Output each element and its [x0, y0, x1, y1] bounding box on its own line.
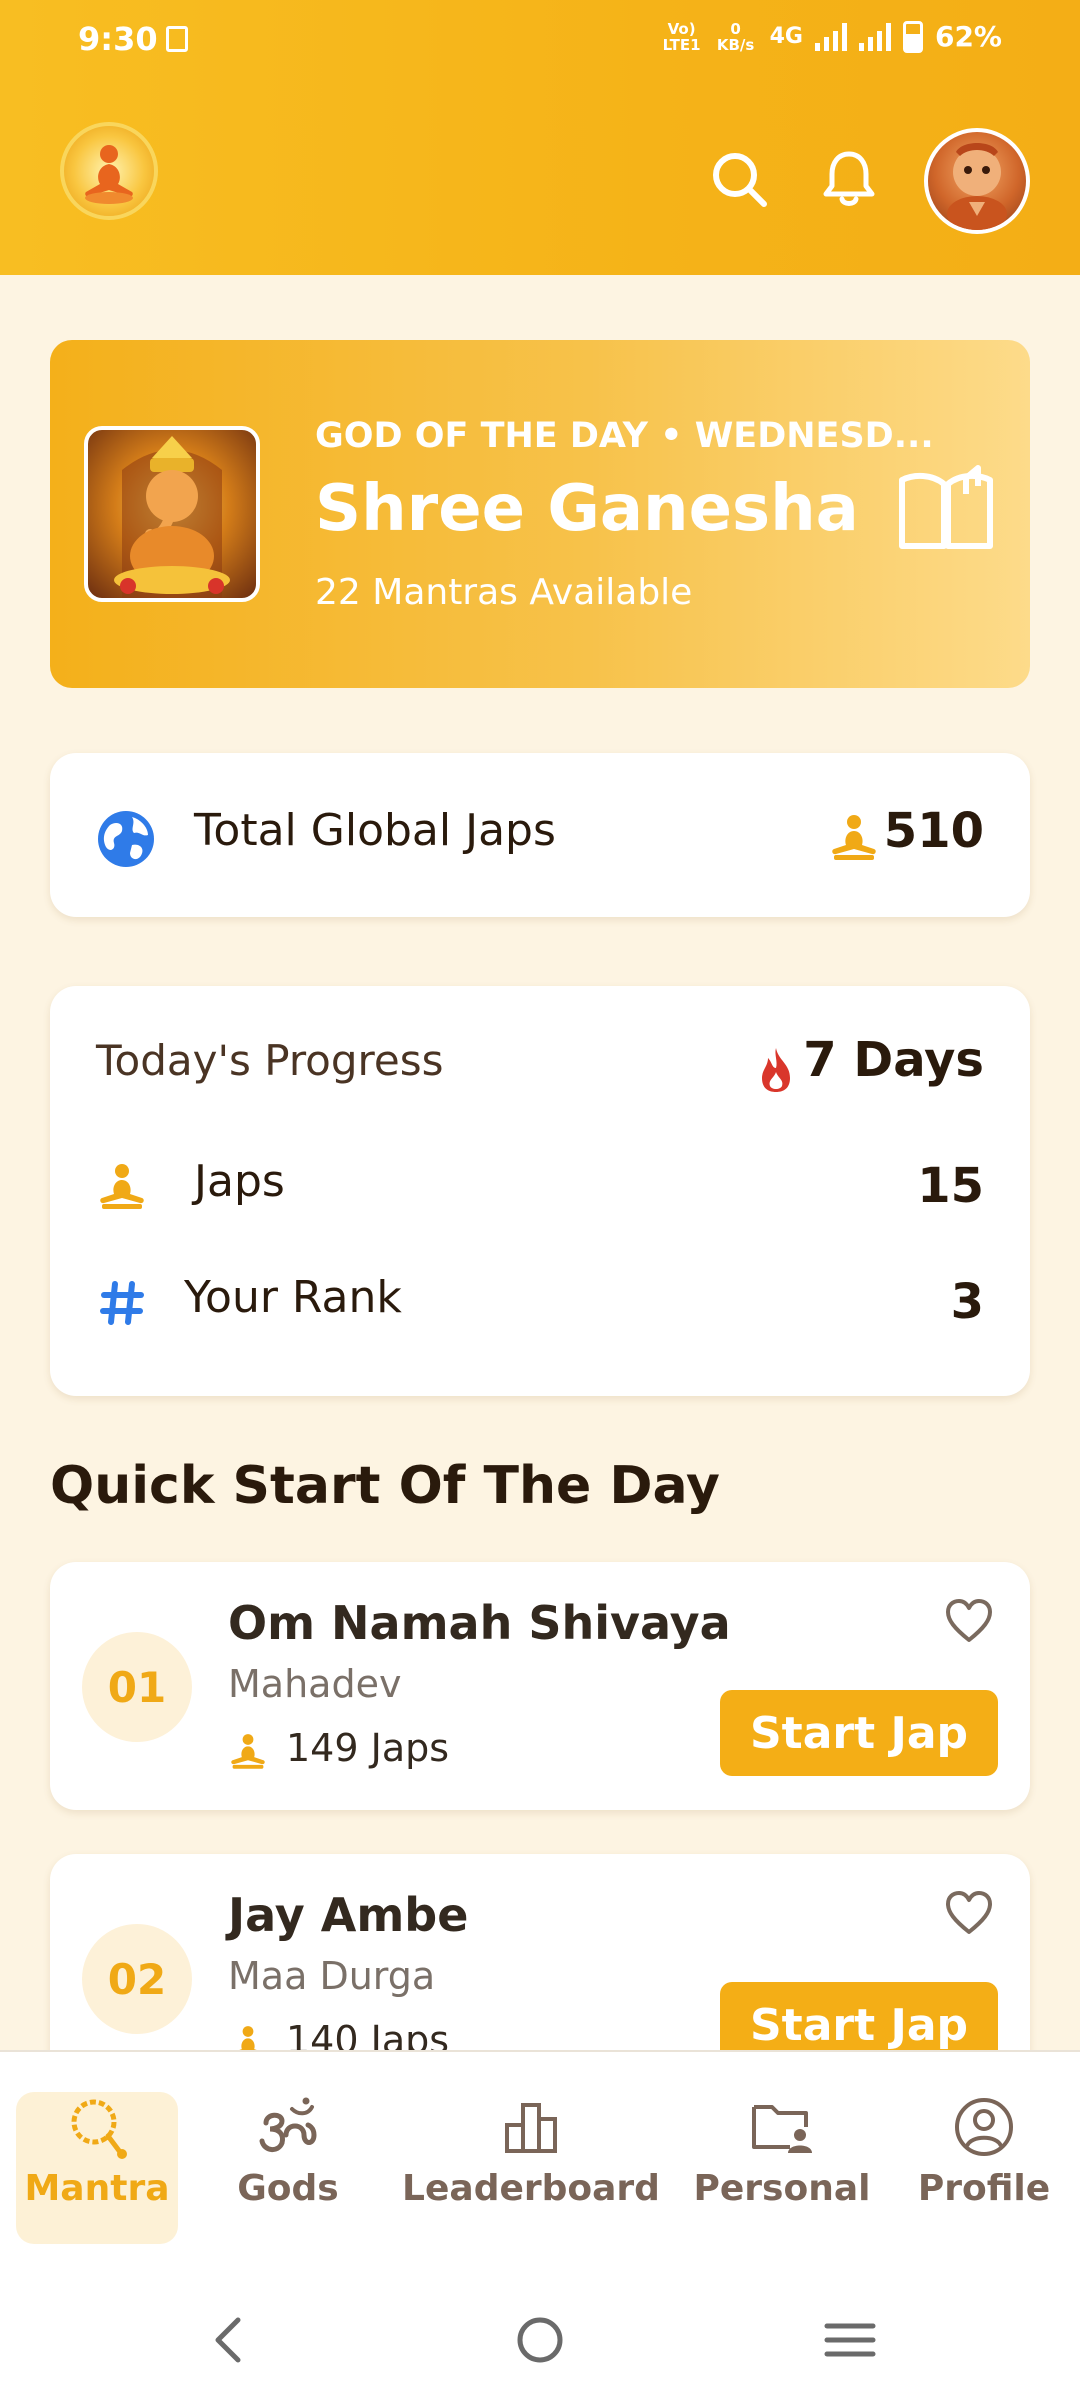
nav-item-gods[interactable]: Gods [218, 2092, 358, 2244]
meditation-icon [231, 1734, 265, 1769]
avatar[interactable] [924, 128, 1030, 234]
fire-icon [762, 1048, 790, 1092]
network-speed: 0 KB/s [716, 19, 755, 54]
global-japs-card: Total Global Japs 510 [50, 753, 1030, 917]
bell-icon[interactable] [818, 148, 880, 210]
nav-item-personal[interactable]: Personal [692, 2092, 872, 2244]
nav-label: Mantra [24, 2168, 170, 2209]
mantra-god: Mahadev [228, 1662, 402, 1706]
todays-progress-card: Today's Progress 7 Days Japs 15 Your Ran… [50, 986, 1030, 1396]
nav-label: Leaderboard [402, 2168, 660, 2209]
signal-icon [814, 22, 847, 51]
nav-label: Gods [237, 2168, 339, 2209]
bottom-navigation: Mantra Gods Leaderboard Personal Profile [0, 2050, 1080, 2290]
mantra-card[interactable]: 01 Om Namah Shivaya Mahadev 149 Japs Sta… [50, 1562, 1030, 1810]
book-open-icon[interactable] [896, 464, 996, 554]
nav-item-leaderboard[interactable]: Leaderboard [400, 2092, 662, 2244]
battery-icon [902, 20, 923, 53]
nav-label: Personal [693, 2168, 871, 2209]
ganesha-image [84, 426, 260, 602]
recents-menu-icon[interactable] [824, 2320, 876, 2360]
status-bar: 9:30 Vo) LTE1 0 KB/s 4G 62% [0, 0, 1080, 80]
mala-icon [71, 2099, 127, 2159]
folder-user-icon [752, 2105, 812, 2153]
heart-icon[interactable] [944, 1890, 994, 1936]
japs-value: 15 [917, 1158, 984, 1214]
progress-title: Today's Progress [96, 1036, 444, 1085]
back-icon[interactable] [208, 2312, 248, 2368]
search-icon[interactable] [708, 148, 770, 210]
home-icon[interactable] [514, 2314, 566, 2366]
rank-value: 3 [950, 1274, 984, 1330]
network-type: 4G [769, 24, 803, 49]
heart-icon[interactable] [944, 1598, 994, 1644]
nav-item-profile[interactable]: Profile [904, 2092, 1064, 2244]
volte-indicator: Vo) LTE1 [662, 19, 701, 54]
rank-label: Your Rank [184, 1272, 402, 1323]
quick-start-title: Quick Start Of The Day [50, 1456, 720, 1516]
mantra-god: Maa Durga [228, 1954, 436, 1998]
status-time: 9:30 [78, 20, 158, 58]
sim-icon [166, 26, 188, 52]
god-of-day-card[interactable]: GOD OF THE DAY • WEDNESD... Shree Ganesh… [50, 340, 1030, 688]
om-icon [259, 2097, 317, 2152]
system-navigation-bar [0, 2290, 1080, 2400]
signal-icon [858, 22, 891, 51]
mantra-title: Om Namah Shivaya [228, 1596, 731, 1650]
global-japs-count: 510 [883, 803, 984, 859]
streak-days: 7 Days [803, 1032, 984, 1088]
god-of-day-kicker: GOD OF THE DAY • WEDNESD... [315, 416, 934, 456]
nav-item-mantra[interactable]: Mantra [16, 2092, 178, 2244]
status-indicators: Vo) LTE1 0 KB/s 4G 62% [662, 20, 1002, 53]
mantra-number: 01 [82, 1632, 192, 1742]
leaderboard-icon [505, 2103, 557, 2153]
mantra-number: 02 [82, 1924, 192, 2034]
japs-label: Japs [194, 1156, 285, 1207]
meditation-icon [100, 1164, 144, 1209]
meditation-icon [832, 815, 876, 860]
app-header: 9:30 Vo) LTE1 0 KB/s 4G 62% [0, 0, 1080, 275]
global-japs-label: Total Global Japs [194, 805, 556, 856]
nav-label: Profile [917, 2168, 1051, 2209]
mantra-title: Jay Ambe [228, 1888, 469, 1942]
mantras-available: 22 Mantras Available [315, 572, 693, 613]
start-jap-button[interactable]: Start Jap [720, 1690, 998, 1776]
app-logo-icon[interactable] [60, 122, 158, 220]
hash-icon [100, 1281, 144, 1325]
battery-level: 62% [934, 20, 1002, 53]
mantra-japs: 149 Japs [286, 1726, 450, 1770]
profile-icon [955, 2098, 1013, 2156]
god-name: Shree Ganesha [315, 472, 859, 546]
globe-icon [98, 811, 154, 867]
